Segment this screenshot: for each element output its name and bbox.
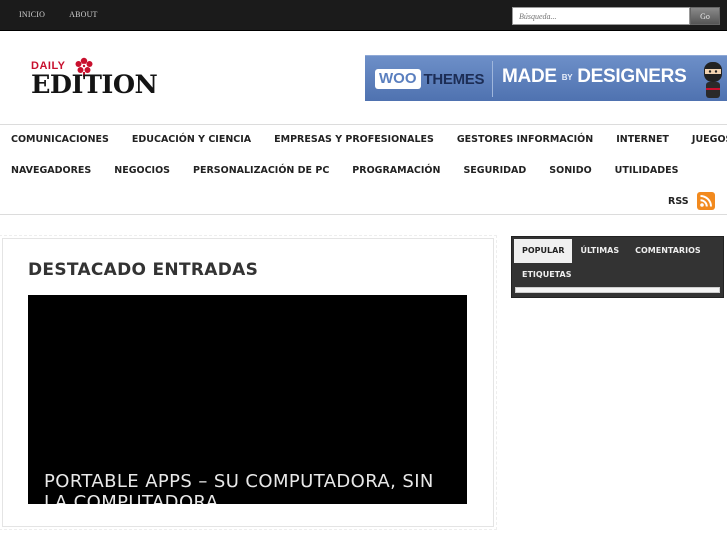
category-nav-row-1: Comunicaciones Educación y Ciencia Empre…	[0, 134, 727, 145]
featured-post-title[interactable]: Portable Apps – Su computadora, sin la c…	[44, 471, 454, 504]
sidebar-tabs-widget: Popular Últimas Comentarios Etiquetas	[511, 236, 724, 298]
nav-sonido[interactable]: Sonido	[549, 165, 591, 176]
slogan-by: BY	[561, 72, 573, 82]
banner-divider	[492, 61, 493, 97]
tab-ultimas[interactable]: Últimas	[572, 239, 627, 263]
search-go-button[interactable]: Go	[690, 7, 720, 25]
top-nav: Inicio About	[19, 10, 98, 19]
nav-empresas-y-profesionales[interactable]: Empresas y Profesionales	[274, 134, 434, 145]
woothemes-banner-ad[interactable]: WOO THEMES MADE BY DESIGNERS	[365, 55, 727, 101]
nav-juegos[interactable]: Juegos	[692, 134, 727, 145]
tab-etiquetas[interactable]: Etiquetas	[514, 263, 579, 287]
search-input[interactable]	[512, 7, 690, 25]
nav-gestores-informacion[interactable]: Gestores información	[457, 134, 593, 145]
category-nav-row-2: Navegadores Negocios Personalización de …	[0, 165, 678, 176]
nav-programacion[interactable]: Programación	[352, 165, 440, 176]
tab-content-panel	[515, 287, 720, 293]
top-nav-inicio[interactable]: Inicio	[19, 10, 45, 19]
ninja-mascot-icon	[704, 62, 722, 98]
rss-label: RSS	[668, 195, 689, 207]
site-logo[interactable]: DAILY EDITION	[31, 55, 171, 101]
rss-link[interactable]: RSS	[668, 192, 715, 210]
top-nav-about[interactable]: About	[69, 10, 98, 19]
slogan-designers: DESIGNERS	[577, 66, 687, 87]
woothemes-logo: WOO THEMES	[375, 68, 485, 90]
themes-text: THEMES	[423, 70, 485, 88]
top-bar: Inicio About Go	[0, 0, 727, 31]
category-nav: Comunicaciones Educación y Ciencia Empre…	[0, 124, 727, 215]
nav-personalizacion-de-pc[interactable]: Personalización de PC	[193, 165, 329, 176]
nav-educacion-y-ciencia[interactable]: Educación y Ciencia	[132, 134, 251, 145]
featured-slide[interactable]: Portable Apps – Su computadora, sin la c…	[28, 295, 467, 504]
nav-internet[interactable]: Internet	[616, 134, 669, 145]
woo-badge: WOO	[375, 69, 421, 89]
banner-slogan: MADE BY DESIGNERS	[502, 66, 687, 88]
tab-list: Popular Últimas Comentarios Etiquetas	[512, 237, 723, 287]
nav-navegadores[interactable]: Navegadores	[11, 165, 91, 176]
nav-comunicaciones[interactable]: Comunicaciones	[11, 134, 109, 145]
rss-feed-icon	[696, 192, 715, 210]
logo-edition-text: EDITION	[31, 70, 158, 99]
tab-comentarios[interactable]: Comentarios	[627, 239, 709, 263]
nav-negocios[interactable]: Negocios	[114, 165, 170, 176]
slogan-made: MADE	[502, 66, 557, 87]
nav-utilidades[interactable]: Utilidades	[615, 165, 679, 176]
tab-popular[interactable]: Popular	[514, 239, 573, 263]
featured-section: Destacado Entradas Portable Apps – Su co…	[0, 235, 497, 530]
featured-heading: Destacado Entradas	[28, 260, 259, 280]
search-form: Go	[512, 7, 720, 25]
nav-seguridad[interactable]: Seguridad	[463, 165, 526, 176]
